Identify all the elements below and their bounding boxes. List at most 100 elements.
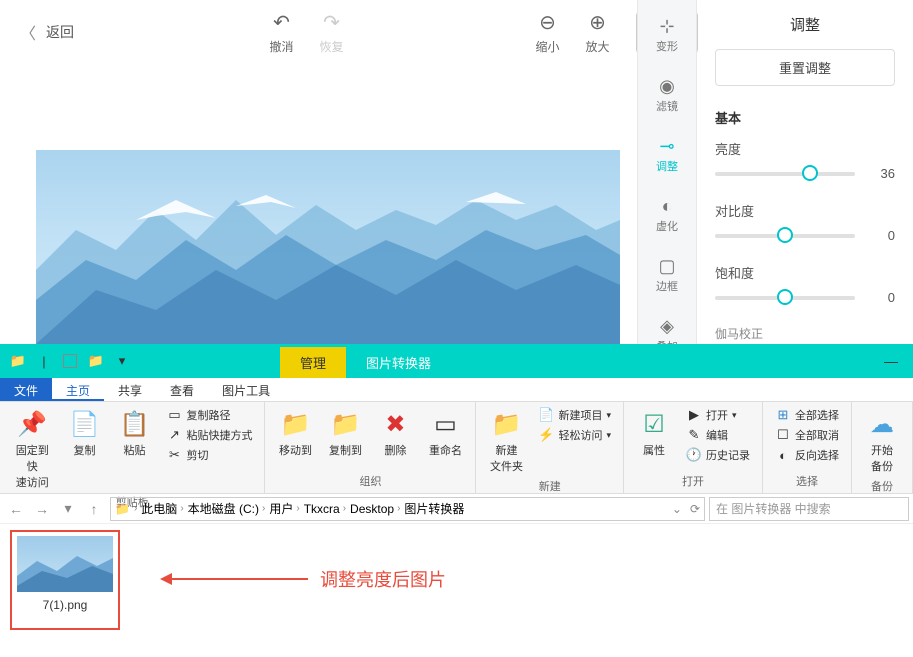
breadcrumb-seg[interactable]: 用户› (269, 500, 299, 517)
paste-shortcut-button[interactable]: ↗粘贴快捷方式 (162, 426, 256, 444)
search-placeholder: 在 图片转换器 中搜索 (716, 500, 831, 517)
rename-icon: ▭ (434, 408, 457, 440)
nav-up[interactable]: ↑ (82, 497, 106, 521)
redo-button[interactable]: ↷ 恢复 (319, 10, 343, 55)
qat-overflow[interactable]: ▾ (110, 349, 134, 373)
select-none-icon: ☐ (775, 427, 791, 443)
breadcrumb-seg[interactable]: 此电脑› (141, 500, 183, 517)
blur-tool[interactable]: ◐ 虚化 (638, 192, 696, 238)
pin-button[interactable]: 📌 固定到快 速访问 (8, 406, 56, 492)
checkbox-icon[interactable] (58, 349, 82, 373)
canvas-area[interactable] (36, 150, 620, 344)
history-button[interactable]: 🕐历史记录 (682, 446, 754, 464)
image-tools-tab[interactable]: 图片工具 (208, 378, 284, 401)
pin-icon: 📌 (17, 408, 47, 440)
pin-label: 固定到快 速访问 (12, 442, 52, 490)
filter-icon: ◉ (659, 76, 675, 96)
view-tab[interactable]: 查看 (156, 378, 208, 401)
back-button[interactable]: 〈 返回 (20, 20, 74, 44)
copy-button[interactable]: 📄 复制 (62, 406, 106, 460)
start-backup-button[interactable]: ☁开始 备份 (860, 406, 904, 476)
open-item-button[interactable]: ▶打开 ▾ (682, 406, 754, 424)
cut-button[interactable]: ✂剪切 (162, 446, 256, 464)
brightness-slider[interactable] (715, 172, 855, 176)
blur-icon: ◐ (662, 196, 673, 216)
paste-button[interactable]: 📋 粘贴 (112, 406, 156, 460)
basic-section-header: 基本 (715, 108, 895, 127)
zoom-in-button[interactable]: ⊕ 放大 (586, 10, 610, 55)
home-tab[interactable]: 主页 (52, 378, 104, 401)
file-tab[interactable]: 文件 (0, 378, 52, 401)
slider-thumb[interactable] (777, 227, 793, 243)
contrast-label: 对比度 (715, 201, 895, 220)
arrow-head-icon (160, 573, 172, 585)
paste-icon: 📋 (120, 408, 150, 440)
app-title: 图片转换器 (346, 347, 451, 378)
nav-back[interactable]: ← (4, 497, 28, 521)
slider-thumb[interactable] (802, 165, 818, 181)
zoom-in-icon: ⊕ (589, 10, 606, 34)
addr-dropdown[interactable]: ⌄ (672, 502, 682, 516)
invert-selection-button[interactable]: ◐反向选择 (771, 446, 843, 464)
delete-button[interactable]: ✖删除 (373, 406, 417, 460)
qat-separator: | (32, 349, 56, 373)
manage-tab[interactable]: 管理 (280, 347, 346, 378)
addr-refresh[interactable]: ⟳ (690, 502, 700, 516)
filter-label: 滤镜 (656, 98, 678, 114)
new-group: 📁新建 文件夹 📄新建项目 ▾ ⚡轻松访问 ▾ 新建 (476, 402, 624, 493)
file-list-area[interactable]: 7(1).png 调整亮度后图片 (0, 524, 913, 654)
mountain-image (36, 150, 620, 344)
folder-icon[interactable]: 📁 (6, 349, 30, 373)
search-box[interactable]: 在 图片转换器 中搜索 (709, 497, 909, 521)
border-tool[interactable]: ▢ 边框 (638, 252, 696, 298)
paste-label: 粘贴 (123, 442, 145, 458)
nav-forward[interactable]: → (30, 497, 54, 521)
adjust-tool[interactable]: ⊸ 调整 (638, 132, 696, 178)
address-bar: ← → ▾ ↑ 📁 › 此电脑› 本地磁盘 (C:)› 用户› Tkxcra› … (0, 494, 913, 524)
copy-to-button[interactable]: 📁复制到 (323, 406, 367, 460)
border-label: 边框 (656, 278, 678, 294)
share-tab[interactable]: 共享 (104, 378, 156, 401)
breadcrumb-seg[interactable]: 本地磁盘 (C:)› (188, 500, 266, 517)
properties-button[interactable]: ☑属性 (632, 406, 676, 460)
minimize-button[interactable]: — (869, 344, 913, 378)
edit-button[interactable]: ✎编辑 (682, 426, 754, 444)
address-box[interactable]: 📁 › 此电脑› 本地磁盘 (C:)› 用户› Tkxcra› Desktop›… (110, 497, 705, 521)
reset-adjust-button[interactable]: 重置调整 (715, 49, 895, 86)
easy-access-button[interactable]: ⚡轻松访问 ▾ (534, 426, 615, 444)
explorer-title-bar: 📁 | 📁 ▾ 管理 图片转换器 — (0, 344, 913, 378)
saturation-slider[interactable] (715, 296, 855, 300)
nav-recent[interactable]: ▾ (56, 497, 80, 521)
new-item-button[interactable]: 📄新建项目 ▾ (534, 406, 615, 424)
undo-icon: ↶ (273, 10, 290, 34)
saturation-value: 0 (865, 290, 895, 305)
folder-icon[interactable]: 📁 (84, 349, 108, 373)
rename-button[interactable]: ▭重命名 (423, 406, 467, 460)
filter-tool[interactable]: ◉ 滤镜 (638, 72, 696, 118)
transform-label: 变形 (656, 38, 678, 54)
backup-group: ☁开始 备份 备份 (852, 402, 913, 493)
shortcut-icon: ↗ (166, 427, 182, 443)
zoom-out-button[interactable]: ⊖ 缩小 (536, 10, 560, 55)
adjust-label: 调整 (656, 158, 678, 174)
move-to-button[interactable]: 📁移动到 (273, 406, 317, 460)
contrast-slider[interactable] (715, 234, 855, 238)
copy-path-button[interactable]: ▭复制路径 (162, 406, 256, 424)
zoom-out-icon: ⊖ (539, 10, 556, 34)
copy-label: 复制 (73, 442, 95, 458)
breadcrumb-seg[interactable]: Desktop› (350, 502, 400, 516)
saturation-label: 饱和度 (715, 263, 895, 282)
adjust-panel: 调整 重置调整 基本 亮度 36 对比度 0 饱和度 (697, 0, 913, 344)
transform-tool[interactable]: ⊹ 变形 (638, 12, 696, 58)
select-group-label: 选择 (771, 471, 843, 489)
breadcrumb-seg[interactable]: 图片转换器 (404, 500, 464, 517)
select-all-button[interactable]: ⊞全部选择 (771, 406, 843, 424)
new-folder-button[interactable]: 📁新建 文件夹 (484, 406, 528, 476)
brightness-value: 36 (865, 166, 895, 181)
slider-thumb[interactable] (777, 289, 793, 305)
saturation-slider-row: 饱和度 0 (715, 263, 895, 305)
undo-button[interactable]: ↶ 撤消 (269, 10, 293, 55)
select-none-button[interactable]: ☐全部取消 (771, 426, 843, 444)
breadcrumb-seg[interactable]: Tkxcra› (304, 502, 346, 516)
file-item[interactable]: 7(1).png (10, 530, 120, 630)
